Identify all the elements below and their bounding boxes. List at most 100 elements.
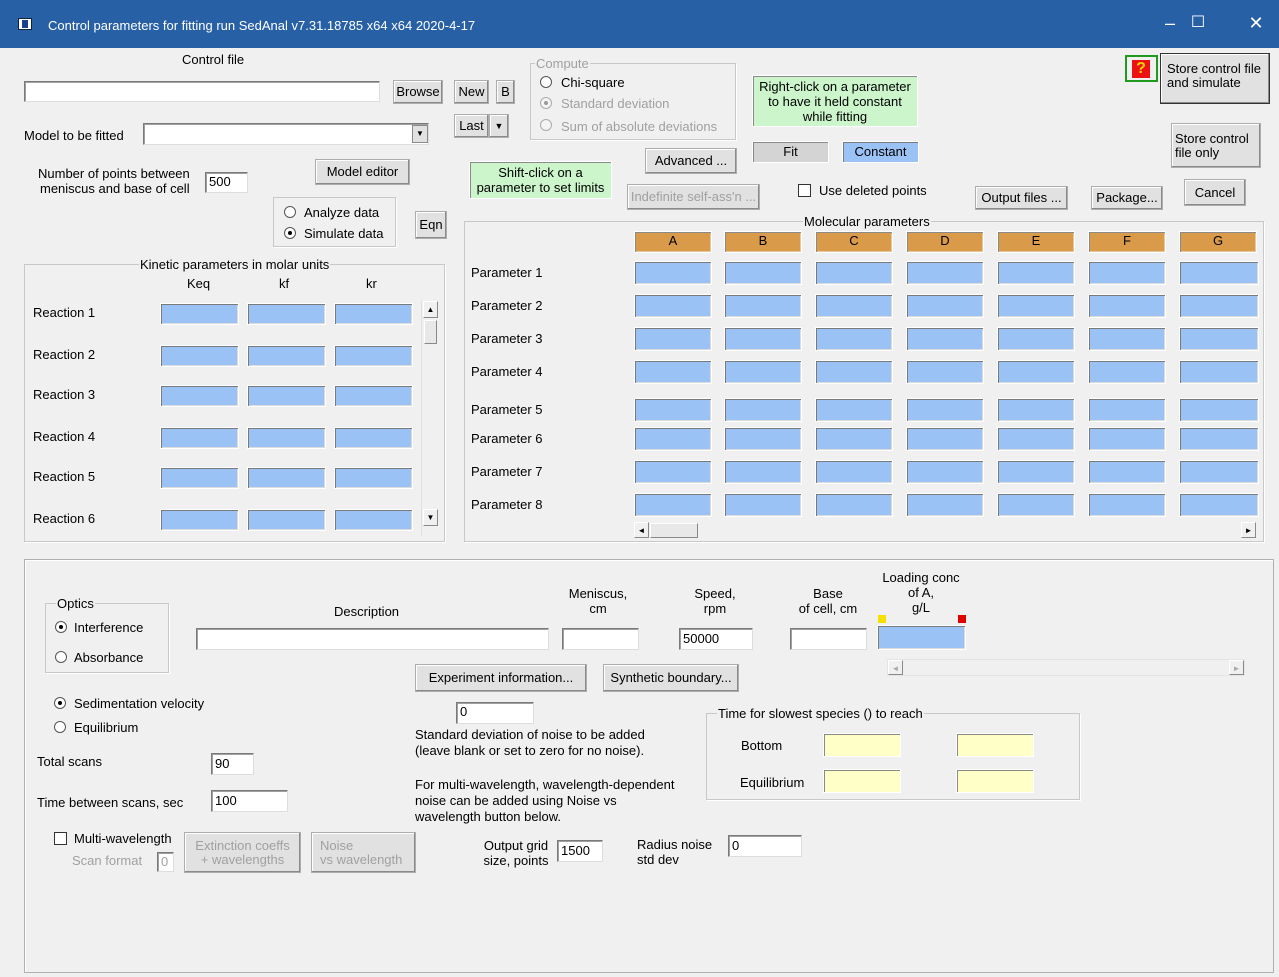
molecular-cell[interactable]	[906, 327, 984, 351]
molecular-cell[interactable]	[906, 398, 984, 422]
noise-std-input[interactable]: 0	[456, 702, 534, 724]
kr-cell[interactable]	[334, 345, 413, 367]
column-header-d[interactable]: D	[906, 231, 984, 253]
package-button[interactable]: Package...	[1091, 186, 1163, 210]
molecular-cell[interactable]	[1179, 493, 1259, 517]
molecular-cell[interactable]	[906, 360, 984, 384]
advanced-button[interactable]: Advanced ...	[645, 148, 737, 174]
column-header-f[interactable]: F	[1088, 231, 1166, 253]
time-between-scans-input[interactable]: 100	[211, 790, 288, 812]
experiment-information-button[interactable]: Experiment information...	[415, 664, 587, 692]
interference-radio[interactable]	[55, 621, 67, 633]
last-dropdown-arrow-icon[interactable]: ▼	[489, 114, 509, 138]
molecular-cell[interactable]	[1088, 327, 1166, 351]
help-button[interactable]: ?	[1125, 55, 1158, 82]
molecular-cell[interactable]	[815, 493, 893, 517]
scan-format-input[interactable]: 0	[157, 852, 174, 872]
keq-cell[interactable]	[160, 303, 239, 325]
molecular-cell[interactable]	[997, 360, 1075, 384]
keq-cell[interactable]	[160, 345, 239, 367]
molecular-cell[interactable]	[1179, 427, 1259, 451]
base-input[interactable]	[790, 628, 867, 650]
synthetic-boundary-button[interactable]: Synthetic boundary...	[603, 664, 739, 692]
eqn-button[interactable]: Eqn	[415, 211, 447, 239]
output-grid-input[interactable]: 1500	[557, 840, 603, 862]
loading-conc-input[interactable]	[877, 625, 966, 650]
simulate-data-radio[interactable]	[284, 227, 296, 239]
molecular-cell[interactable]	[1179, 294, 1259, 318]
kr-cell[interactable]	[334, 509, 413, 531]
model-select[interactable]	[143, 123, 429, 145]
browse-button[interactable]: Browse	[393, 80, 443, 104]
molecular-cell[interactable]	[997, 327, 1075, 351]
molecular-cell[interactable]	[634, 398, 712, 422]
scroll-down-icon[interactable]: ▼	[423, 509, 438, 526]
loading-hscrollbar[interactable]: ◄ ►	[887, 659, 1245, 676]
column-header-a[interactable]: A	[634, 231, 712, 253]
molecular-cell[interactable]	[1179, 360, 1259, 384]
column-header-e[interactable]: E	[997, 231, 1075, 253]
scroll-left-icon[interactable]: ◄	[634, 522, 649, 538]
noise-vs-wavelength-button[interactable]: Noise vs wavelength	[311, 832, 416, 873]
store-control-only-button[interactable]: Store control file only	[1171, 123, 1261, 168]
molecular-cell[interactable]	[724, 427, 802, 451]
equilibrium-radio[interactable]	[54, 721, 66, 733]
title-bar[interactable]: Control parameters for fitting run SedAn…	[0, 0, 1279, 48]
speed-input[interactable]: 50000	[679, 628, 753, 650]
keq-cell[interactable]	[160, 509, 239, 531]
molecular-cell[interactable]	[1088, 493, 1166, 517]
radius-noise-input[interactable]: 0	[728, 835, 802, 857]
new-button[interactable]: New	[454, 80, 489, 104]
scroll-thumb[interactable]	[424, 320, 437, 344]
molecular-cell[interactable]	[724, 460, 802, 484]
molecular-cell[interactable]	[997, 398, 1075, 422]
close-button[interactable]: ✕	[1236, 13, 1276, 33]
kf-cell[interactable]	[247, 509, 326, 531]
molecular-cell[interactable]	[1179, 398, 1259, 422]
molecular-cell[interactable]	[815, 261, 893, 285]
use-deleted-checkbox[interactable]	[798, 184, 811, 197]
molecular-cell[interactable]	[724, 327, 802, 351]
scroll-up-icon[interactable]: ▲	[423, 301, 438, 318]
column-header-c[interactable]: C	[815, 231, 893, 253]
molecular-cell[interactable]	[997, 427, 1075, 451]
molecular-cell[interactable]	[724, 261, 802, 285]
kf-cell[interactable]	[247, 345, 326, 367]
column-header-b[interactable]: B	[724, 231, 802, 253]
kr-cell[interactable]	[334, 303, 413, 325]
molecular-cell[interactable]	[815, 398, 893, 422]
analyze-data-radio[interactable]	[284, 206, 296, 218]
std-dev-radio[interactable]	[540, 97, 552, 109]
molecular-cell[interactable]	[634, 460, 712, 484]
store-and-simulate-button[interactable]: Store control file and simulate	[1160, 53, 1270, 104]
molecular-cell[interactable]	[1179, 460, 1259, 484]
model-editor-button[interactable]: Model editor	[315, 159, 410, 185]
molecular-cell[interactable]	[906, 460, 984, 484]
molecular-cell[interactable]	[634, 427, 712, 451]
kf-cell[interactable]	[247, 303, 326, 325]
molecular-cell[interactable]	[906, 493, 984, 517]
molecular-cell[interactable]	[724, 493, 802, 517]
scroll-left-icon[interactable]: ◄	[888, 660, 903, 675]
molecular-cell[interactable]	[906, 261, 984, 285]
extinction-coeffs-button[interactable]: Extinction coeffs + wavelengths	[184, 832, 301, 873]
molecular-cell[interactable]	[634, 294, 712, 318]
sedimentation-velocity-radio[interactable]	[54, 697, 66, 709]
molecular-cell[interactable]	[1179, 261, 1259, 285]
molecular-cell[interactable]	[997, 460, 1075, 484]
molecular-cell[interactable]	[1088, 261, 1166, 285]
molecular-cell[interactable]	[815, 294, 893, 318]
column-header-g[interactable]: G	[1179, 231, 1257, 253]
molecular-cell[interactable]	[815, 327, 893, 351]
control-file-input[interactable]	[24, 81, 380, 102]
points-input[interactable]: 500	[205, 172, 248, 193]
scroll-right-icon[interactable]: ►	[1229, 660, 1244, 675]
scroll-thumb[interactable]	[650, 523, 698, 538]
output-files-button[interactable]: Output files ...	[975, 186, 1068, 210]
molecular-cell[interactable]	[634, 493, 712, 517]
chi-square-radio[interactable]	[540, 76, 552, 88]
last-button[interactable]: Last	[454, 114, 489, 138]
cancel-button[interactable]: Cancel	[1184, 179, 1246, 206]
molecular-cell[interactable]	[634, 261, 712, 285]
keq-cell[interactable]	[160, 467, 239, 489]
